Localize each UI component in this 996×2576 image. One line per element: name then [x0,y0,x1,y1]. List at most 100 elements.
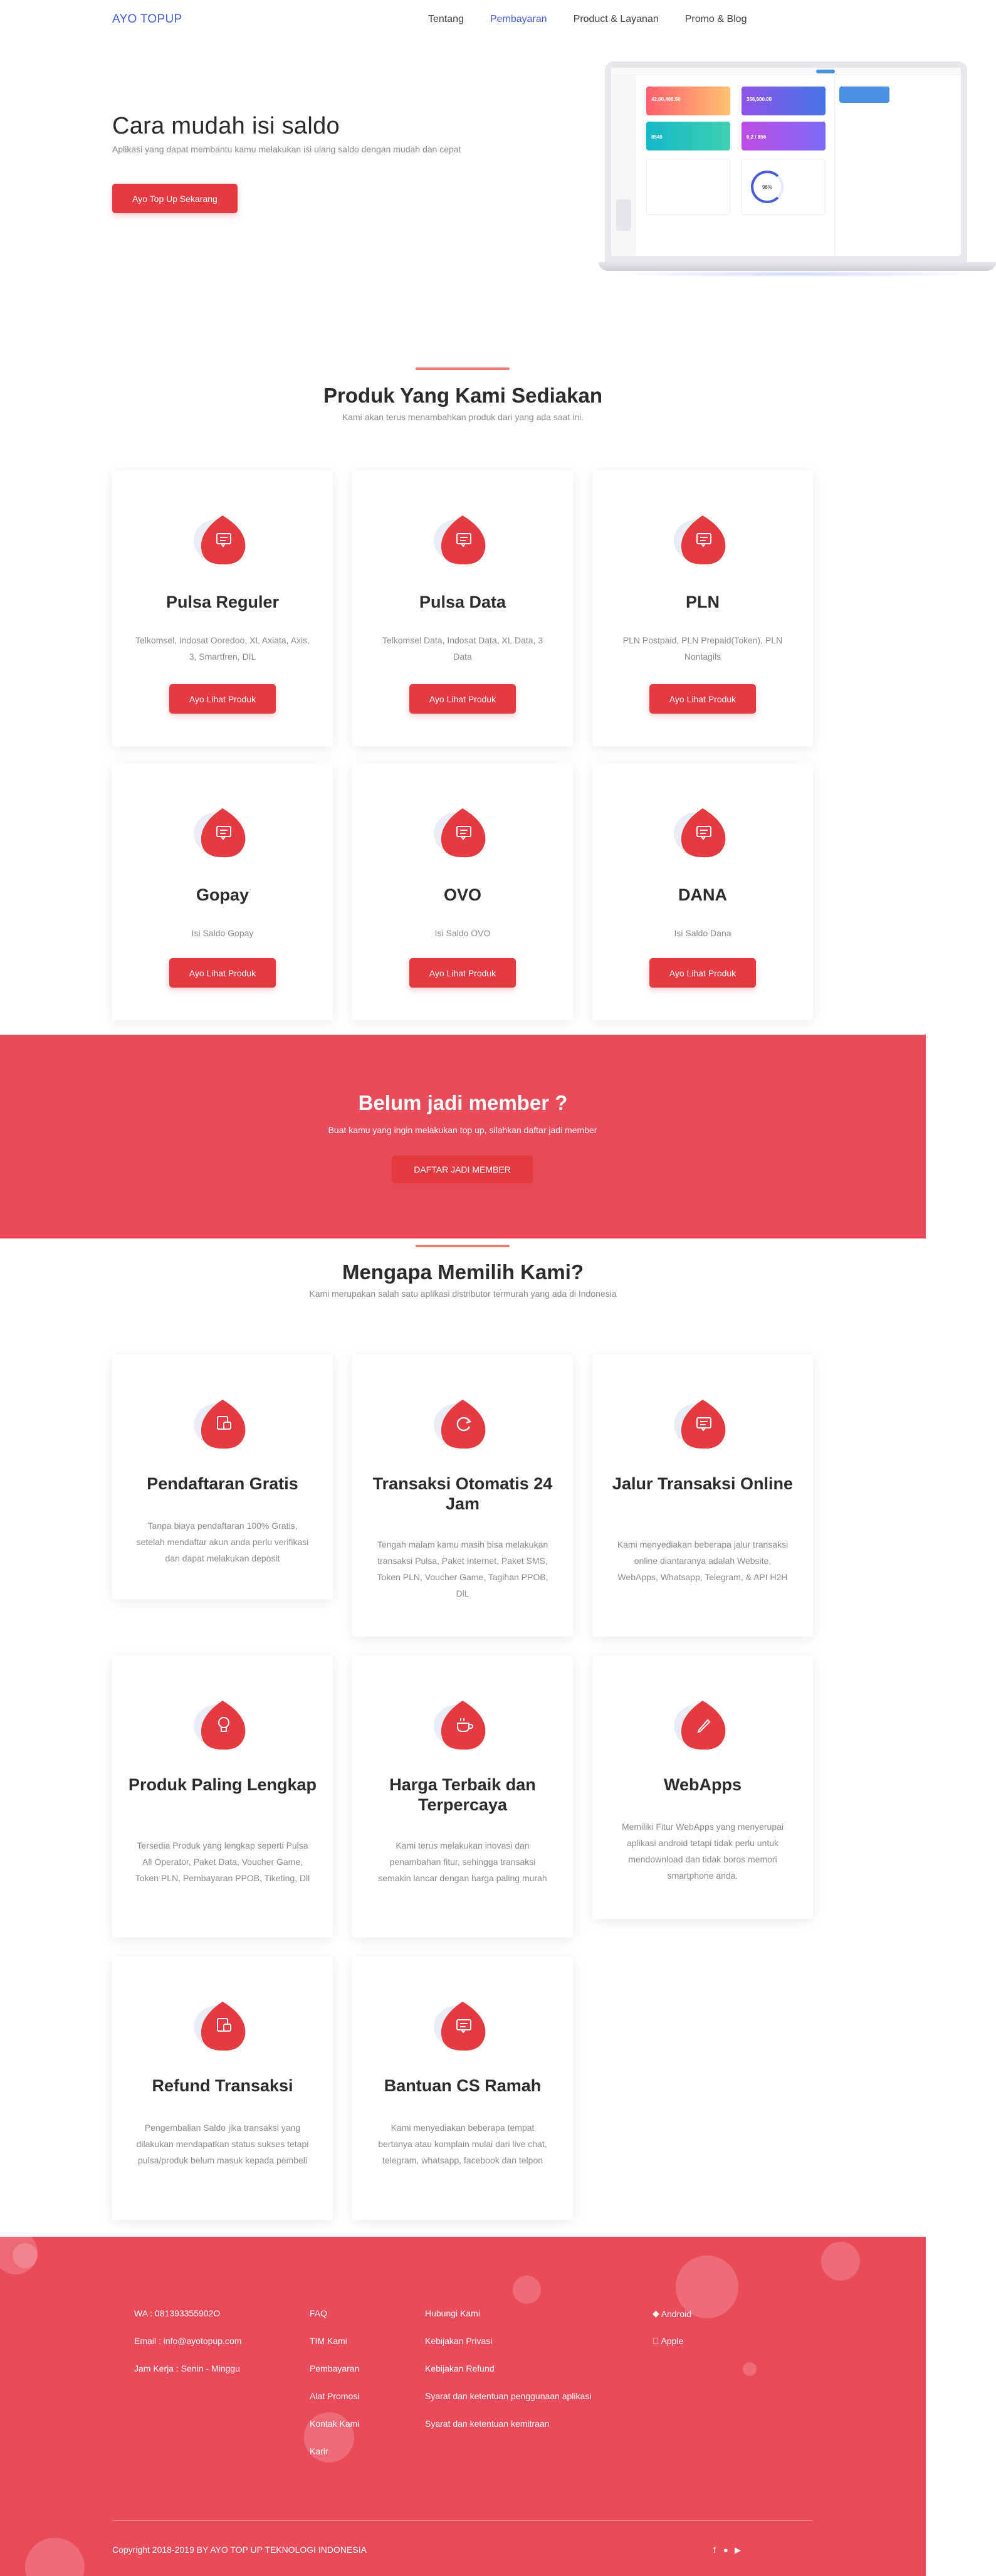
bulb-icon [191,1697,254,1751]
footer-divider [112,2520,813,2521]
feature-title: Harga Terbaik dan Terpercaya [389,1775,536,1814]
facebook-icon[interactable]: f [713,2545,716,2555]
preview-list [646,159,730,215]
feature-card: Jalur Transaksi Online Kami menyediakan b… [592,1354,813,1637]
message-icon [671,512,734,566]
banner-text: Buat kamu yang ingin melakukan top up, s… [328,1125,597,1135]
feature-title: WebApps [663,1775,742,1794]
member-banner: Belum jadi member ? Buat kamu yang ingin… [0,1035,926,1238]
why-accent-line [416,1245,510,1247]
feature-card: Bantuan CS Ramah Kami menyediakan beberap… [352,1956,573,2220]
product-description: Telkomsel Data, Indosat Data, XL Data, 3… [382,635,543,662]
feature-card: WebApps Memiliki Fitur WebApps yang menye… [592,1655,813,1919]
product-card: DANA Isi Saldo Dana Ayo Lihat Produk [592,763,813,1020]
footer-link-syarat-aplikasi[interactable]: Syarat dan ketentuan penggunaan aplikasi [425,2391,591,2401]
feature-description: Tanpa biaya pendaftaran 100% Gratis, set… [136,1521,309,1563]
product-title: DANA [678,885,727,904]
product-title: Pulsa Data [419,593,506,611]
products-title: Produk Yang Kami Sediakan [323,384,603,407]
product-card: Pulsa Reguler Telkomsel, Indosat Ooredoo,… [112,470,333,746]
feature-description: Kami menyediakan beberapa tempat bertany… [378,2123,547,2165]
feature-description: Kami menyediakan beberapa jalur transaks… [617,1539,789,1582]
product-title: Gopay [196,885,249,904]
register-icon [191,1396,254,1450]
hero-title: Cara mudah isi saldo [112,113,340,139]
preview-right-header [839,87,889,103]
laptop-shadow [611,271,983,277]
footer-link-kontak[interactable]: Kontak Kami [310,2419,359,2429]
preview-card-1-value: 42,00,469.50 [651,97,681,102]
preview-card-4: 6.2 / 856 [742,122,826,150]
android-icon: ◆ [653,2308,659,2318]
product-title: OVO [443,885,481,904]
decor-bubble [743,2362,757,2376]
feature-card: Pendaftaran Gratis Tanpa biaya pendaftara… [112,1354,333,1599]
view-product-button[interactable]: Ayo Lihat Produk [649,684,756,714]
preview-gauge-panel: 98% [742,159,826,215]
brand-logo[interactable]: AYO TOPUP [112,13,182,26]
product-description: PLN Postpaid, PLN Prepaid(Token), PLN No… [622,635,783,662]
nav-link-tentang[interactable]: Tentang [428,14,464,25]
decor-bubble [13,2243,38,2268]
feature-card: Transaksi Otomatis 24 Jam Tengah malam ka… [352,1354,573,1637]
preview-card-3-value: 8546 [651,134,663,140]
message-icon [431,512,494,566]
laptop-base [599,262,996,271]
pencil-icon [671,1697,734,1751]
nav-links: Tentang Pembayaran Product & Layanan Pro… [428,14,773,25]
twitter-icon[interactable]: ● [723,2545,728,2555]
feature-description: Tersedia Produk yang lengkap seperti Pul… [135,1840,310,1883]
feature-card: Produk Paling Lengkap Tersedia Produk yan… [112,1655,333,1938]
product-card: Pulsa Data Telkomsel Data, Indosat Data, … [352,470,573,746]
footer-apple-link[interactable]: Apple [653,2336,683,2346]
footer-link-refund[interactable]: Kebijakan Refund [425,2363,495,2373]
view-product-button[interactable]: Ayo Lihat Produk [169,958,276,988]
preview-card-4-value: 6.2 / 856 [747,134,767,140]
decor-bubble [513,2276,541,2304]
product-card: PLN PLN Postpaid, PLN Prepaid(Token), PLN… [592,470,813,746]
feature-card: Refund Transaksi Pengembalian Saldo jika … [112,1956,333,2220]
feature-description: Tengah malam kamu masih bisa melakukan t… [377,1539,548,1598]
feature-description: Memiliki Fitur WebApps yang menyerupai a… [621,1822,784,1881]
message-icon [671,805,734,858]
footer-link-pembayaran[interactable]: Pembayaran [310,2363,359,2373]
footer-link-privasi[interactable]: Kebijakan Privasi [425,2336,492,2346]
nav-link-pembayaran[interactable]: Pembayaran [490,14,547,25]
preview-card-3: 8546 [646,122,730,150]
footer-link-tim[interactable]: TIM Kami [310,2336,347,2346]
nav-link-promo[interactable]: Promo & Blog [685,14,747,25]
apple-label: Apple [654,2336,684,2346]
register-member-button[interactable]: DAFTAR JADI MEMBER [392,1156,533,1183]
message-icon [191,512,254,566]
feature-description: Kami terus melakukan inovasi dan penamba… [378,1840,547,1883]
register-icon [191,1998,254,2052]
footer-android-link[interactable]: ◆ Android [653,2308,691,2319]
message-icon [431,1998,494,2052]
feature-title: Jalur Transaksi Online [612,1474,794,1493]
feature-title: Bantuan CS Ramah [384,2076,542,2095]
preview-card-1: 42,00,469.50 [646,87,730,115]
feature-title: Transaksi Otomatis 24 Jam [372,1474,553,1513]
view-product-button[interactable]: Ayo Lihat Produk [409,958,516,988]
hero-topup-button[interactable]: Ayo Top Up Sekarang [112,184,238,213]
nav-link-product[interactable]: Product & Layanan [574,14,659,25]
footer-link-karir[interactable]: Karir [310,2446,328,2456]
footer-link-faq[interactable]: FAQ [310,2308,327,2318]
why-title: Mengapa Memilih Kami? [342,1260,584,1284]
feature-card: Harga Terbaik dan Terpercaya Kami terus m… [352,1655,573,1938]
youtube-icon[interactable]: ▶ [735,2545,741,2555]
preview-card-2-value: 356,600.00 [747,97,772,102]
copyright-text: Copyright 2018-2019 BY AYO TOP UP TEKNOL… [112,2545,367,2555]
product-card: OVO Isi Saldo OVO Ayo Lihat Produk [352,763,573,1020]
footer-link-promosi[interactable]: Alat Promosi [310,2391,359,2401]
footer-link-syarat-kemitraan[interactable]: Syarat dan ketentuan kemitraan [425,2419,549,2429]
view-product-button[interactable]: Ayo Lihat Produk [409,684,516,714]
android-label: Android [661,2308,692,2319]
dashboard-preview: 42,00,469.50 356,600.00 8546 6.2 / 856 9… [611,68,961,256]
footer-link-hubungi[interactable]: Hubungi Kami [425,2308,480,2318]
product-title: PLN [686,593,720,611]
feature-description: Pengembalian Saldo jika transaksi yang d… [136,2123,309,2165]
view-product-button[interactable]: Ayo Lihat Produk [169,684,276,714]
view-product-button[interactable]: Ayo Lihat Produk [649,958,756,988]
laptop-screen: 42,00,469.50 356,600.00 8546 6.2 / 856 9… [605,61,967,262]
